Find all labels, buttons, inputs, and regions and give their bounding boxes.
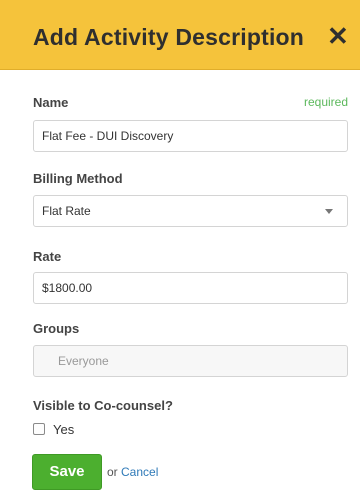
visible-checkbox-label[interactable]: Yes [53, 422, 74, 437]
cancel-link[interactable]: Cancel [121, 465, 158, 479]
name-label: Name [33, 95, 69, 110]
groups-placeholder: Everyone [58, 354, 109, 368]
rate-input[interactable]: $1800.00 [33, 272, 348, 304]
billing-method-label: Billing Method [33, 171, 123, 186]
name-input-value: Flat Fee - DUI Discovery [42, 129, 174, 143]
name-input[interactable]: Flat Fee - DUI Discovery [33, 120, 348, 152]
chevron-down-icon [325, 209, 333, 214]
visible-checkbox[interactable] [33, 423, 45, 435]
groups-input[interactable]: Everyone [33, 345, 348, 377]
billing-method-select[interactable]: Flat Rate [33, 195, 348, 227]
rate-label: Rate [33, 249, 62, 264]
dialog-title: Add Activity Description [33, 24, 305, 50]
groups-label: Groups [33, 321, 80, 336]
required-indicator: required [303, 95, 348, 109]
visible-to-co-counsel-label: Visible to Co-counsel? [33, 398, 173, 413]
billing-method-selected: Flat Rate [42, 204, 91, 218]
rate-input-value: $1800.00 [42, 281, 93, 295]
save-button[interactable]: Save [32, 454, 102, 490]
cancel-row: or Cancel [107, 465, 158, 479]
or-text: or [107, 465, 118, 479]
dialog-header: Add Activity Description ✕ [0, 0, 360, 70]
close-icon[interactable]: ✕ [327, 21, 349, 51]
